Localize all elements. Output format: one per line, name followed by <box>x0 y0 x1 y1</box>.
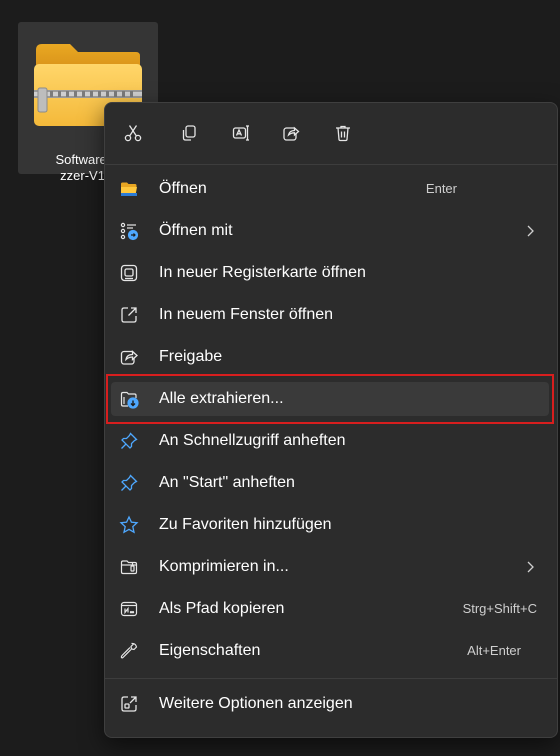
share-icon <box>119 347 139 367</box>
context-menu-toolbar <box>105 115 557 151</box>
extract-icon <box>119 389 139 409</box>
menu-item-label: Weitere Optionen anzeigen <box>159 695 353 712</box>
delete-button[interactable] <box>327 117 359 149</box>
pin-icon <box>119 473 139 493</box>
chevron-right-icon <box>527 561 534 573</box>
menu-item-label: Öffnen <box>159 180 207 197</box>
folder-open-icon <box>119 179 139 199</box>
menu-item-label: An Schnellzugriff anheften <box>159 432 346 449</box>
menu-item-label: An "Start" anheften <box>159 474 295 491</box>
pin-icon <box>119 431 139 451</box>
chevron-right-icon <box>527 225 534 237</box>
menu-item-open-new-tab[interactable]: In neuer Registerkarte öffnen <box>111 256 549 290</box>
new-tab-icon <box>119 263 139 283</box>
open-with-icon <box>119 221 139 241</box>
wrench-icon <box>119 641 139 661</box>
desktop: Software-C zzer-V1.0 Öffnen Enter Öffnen… <box>0 0 560 756</box>
rename-icon <box>232 125 249 141</box>
copy-button[interactable] <box>173 117 205 149</box>
menu-item-open-with[interactable]: Öffnen mit <box>111 214 549 248</box>
menu-item-add-favorites[interactable]: Zu Favoriten hinzufügen <box>111 508 549 542</box>
more-options-icon <box>119 694 139 714</box>
separator <box>105 678 557 679</box>
menu-item-label: In neuer Registerkarte öffnen <box>159 264 366 281</box>
menu-item-open[interactable]: Öffnen Enter <box>111 172 549 206</box>
shortcut-label: Strg+Shift+C <box>462 601 537 616</box>
cut-button[interactable] <box>117 117 149 149</box>
menu-item-label: In neuem Fenster öffnen <box>159 306 334 323</box>
new-window-icon <box>119 305 139 325</box>
menu-item-label: Alle extrahieren... <box>159 390 284 407</box>
menu-item-label: Komprimieren in... <box>159 558 289 575</box>
menu-item-label: Eigenschaften <box>159 642 261 659</box>
rename-button[interactable] <box>225 117 257 149</box>
menu-item-pin-start[interactable]: An "Start" anheften <box>111 466 549 500</box>
share-icon <box>283 126 300 141</box>
menu-item-properties[interactable]: Eigenschaften Alt+Enter <box>111 634 549 668</box>
menu-item-extract-all[interactable]: Alle extrahieren... <box>111 382 549 416</box>
shortcut-label: Alt+Enter <box>467 643 521 658</box>
shortcut-label: Enter <box>425 181 457 196</box>
menu-item-label: Als Pfad kopieren <box>159 600 285 617</box>
share-button[interactable] <box>275 117 307 149</box>
context-menu: Öffnen Enter Öffnen mit In neuer Registe… <box>104 102 558 738</box>
menu-item-label: Öffnen mit <box>159 222 233 239</box>
menu-item-more-options[interactable]: Weitere Optionen anzeigen <box>111 687 549 721</box>
star-icon <box>119 515 139 535</box>
trash-icon <box>336 125 350 142</box>
copy-path-icon <box>119 599 139 619</box>
menu-item-open-new-window[interactable]: In neuem Fenster öffnen <box>111 298 549 332</box>
separator <box>105 164 557 165</box>
menu-item-label: Freigabe <box>159 348 223 365</box>
scissors-icon <box>124 125 142 142</box>
compress-icon <box>119 557 139 577</box>
menu-item-compress-to[interactable]: Komprimieren in... <box>111 550 549 584</box>
menu-item-share[interactable]: Freigabe <box>111 340 549 374</box>
menu-item-copy-as-path[interactable]: Als Pfad kopieren Strg+Shift+C <box>111 592 549 626</box>
menu-item-pin-quick-access[interactable]: An Schnellzugriff anheften <box>111 424 549 458</box>
copy-icon <box>182 125 196 141</box>
menu-item-label: Zu Favoriten hinzufügen <box>159 516 332 533</box>
